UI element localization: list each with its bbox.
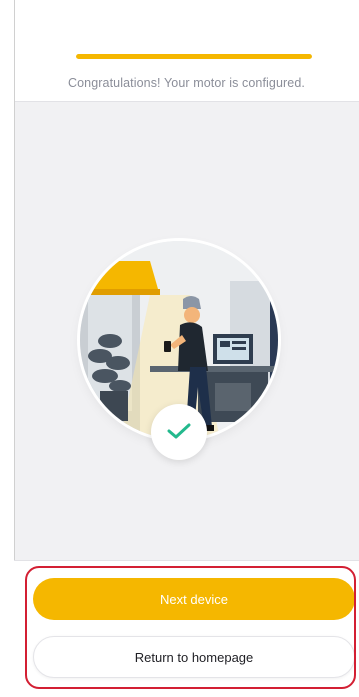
- status-message: Congratulations! Your motor is configure…: [68, 76, 305, 90]
- checkmark-icon: [167, 423, 191, 439]
- return-to-homepage-button[interactable]: Return to homepage: [33, 636, 355, 678]
- progress-fill: [76, 54, 312, 59]
- success-badge: [151, 404, 207, 460]
- progress-bar: [76, 54, 312, 59]
- next-device-button[interactable]: Next device: [33, 578, 355, 620]
